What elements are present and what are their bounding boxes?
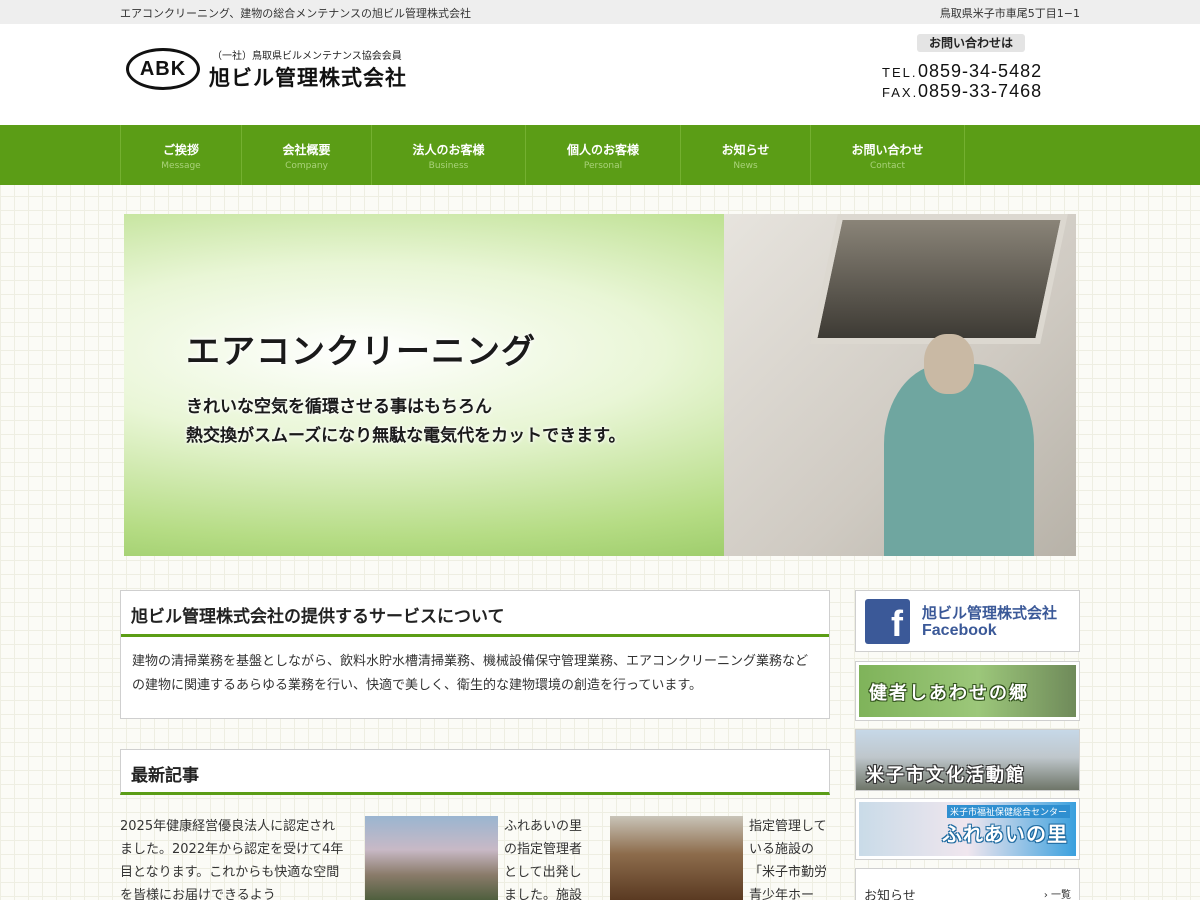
hero-photo-worker-head [924,334,974,394]
news-article-2[interactable]: ふれあいの里の指定管理者として出発しました。施設 [504,815,592,900]
hero-banner: エアコンクリーニング きれいな空気を循環させる事はもちろん 熱交換がスムーズにな… [124,214,1076,556]
fax-number: 0859-33-7468 [918,81,1043,101]
nav-sublabel: News [733,161,758,171]
top-bar: エアコンクリーニング、建物の総合メンテナンスの旭ビル管理株式会社 鳥取県米子市車… [0,0,1200,24]
fax: FAX.0859-33-7468 [882,81,1042,102]
nav-label: 法人のお客様 [412,143,485,157]
services-body: 建物の清掃業務を基盤としながら、飲料水貯水槽清掃業務、機械設備保守管理業務、エア… [132,654,809,693]
banner-sublabel: 米子市福祉保健総合センター [946,805,1070,818]
facebook-banner[interactable]: f 旭ビル管理株式会社 Facebook [855,590,1080,652]
nav-sublabel: Company [285,161,328,171]
hero-photo-worker [884,364,1034,556]
services-title: 旭ビル管理株式会社の提供するサービスについて [121,591,829,637]
site-header: ABK （一社）鳥取県ビルメンテナンス協会会員 旭ビル管理株式会社 お問い合わせ… [0,24,1200,125]
nav-label: 会社概要 [282,143,331,157]
nav-sublabel: Message [161,161,201,171]
news-list-link-label: 一覧 [1051,890,1071,900]
news-article-1[interactable]: 2025年健康経営優良法人に認定されました。2022年から認定を受けて4年目とな… [120,815,345,900]
hero-title: エアコンクリーニング [186,332,536,372]
contact-label: お問い合わせは [917,34,1025,52]
banner-label: 米子市文化活動館 [866,765,1026,786]
fureai-no-sato-banner[interactable]: 米子市福祉保健総合センター ふれあいの里 [855,798,1080,860]
banner-label: ふれあいの里 [942,822,1068,846]
fax-label: FAX. [882,85,919,100]
nav-label: 個人のお客様 [566,143,639,157]
news-article-3[interactable]: 指定管理している施設の「米子市勤労青少年ホー [749,815,831,900]
nav-label: お知らせ [721,143,770,157]
sidebar-news-label: お知らせ [864,889,916,900]
nav-item-contact[interactable]: お問い合わせ Contact [811,125,965,185]
nav-sublabel: Personal [583,161,623,171]
sidebar-news: お知らせ › 一覧 [855,868,1080,900]
hero-photo-vent [810,214,1068,344]
chevron-right-icon: › [1043,890,1051,900]
facebook-banner-line-2: Facebook [922,622,997,639]
telephone: TEL.0859-34-5482 [882,61,1042,82]
news-article-3-thumbnail[interactable] [610,816,743,900]
facebook-icon: f [865,599,910,644]
tagline: エアコンクリーニング、建物の総合メンテナンスの旭ビル管理株式会社 [120,7,472,20]
tel-label: TEL. [882,65,918,80]
banner-image: 米子市文化活動館 [856,730,1079,790]
company-logo[interactable]: ABK [126,48,200,90]
banner-label: 健者しあわせの郷 [869,683,1029,704]
nav-sublabel: Contact [869,161,905,171]
nav-label: ご挨拶 [162,143,199,157]
shiawase-no-sato-banner[interactable]: 健者しあわせの郷 [855,661,1080,721]
news-list-link[interactable]: › 一覧 [1044,886,1071,900]
nav-label: お問い合わせ [851,143,924,157]
banner-image: 健者しあわせの郷 [859,665,1076,717]
hero-line-2: 熱交換がスムーズになり無駄な電気代をカットできます。 [186,426,626,446]
latest-news-title: 最新記事 [120,749,830,795]
nav-item-business[interactable]: 法人のお客様 Business [372,125,526,185]
facebook-banner-line-1: 旭ビル管理株式会社 [922,604,1058,622]
tel-number[interactable]: 0859-34-5482 [918,61,1042,81]
main-nav: ご挨拶 Message 会社概要 Company 法人のお客様 Business 個人… [0,125,1200,185]
nav-item-personal[interactable]: 個人のお客様 Personal [526,125,681,185]
nav-item-company[interactable]: 会社概要 Company [242,125,372,185]
address: 鳥取県米子市車尾5丁目1−1 [939,7,1080,20]
company-name[interactable]: 旭ビル管理株式会社 [209,62,407,92]
news-article-2-thumbnail[interactable] [365,816,498,900]
nav-item-message[interactable]: ご挨拶 Message [121,125,242,185]
nav-sublabel: Business [428,161,469,171]
banner-image: 米子市福祉保健総合センター ふれあいの里 [859,802,1076,856]
hero-line-1: きれいな空気を循環させる事はもちろん [186,397,492,417]
association-membership: （一社）鳥取県ビルメンテナンス協会会員 [212,51,402,62]
bunka-katsudokan-banner[interactable]: 米子市文化活動館 [855,729,1080,791]
nav-item-news[interactable]: お知らせ News [681,125,811,185]
services-section: 旭ビル管理株式会社の提供するサービスについて 建物の清掃業務を基盤としながら、飲… [120,590,830,719]
